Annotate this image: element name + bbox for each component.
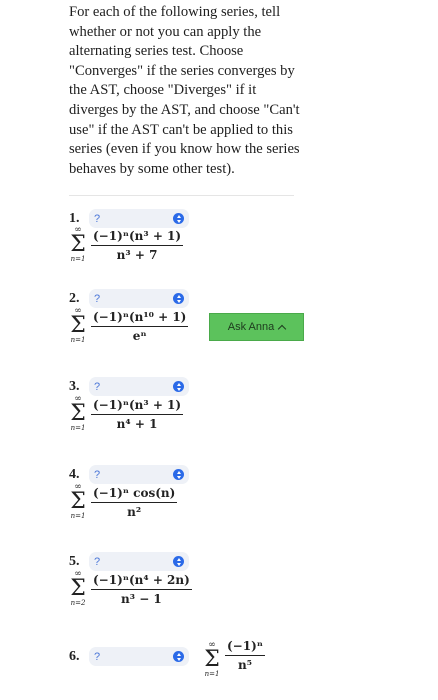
summation-symbol: ∞ Σ n=2: [66, 570, 90, 608]
summation-symbol: ∞ Σ n=1: [200, 641, 224, 679]
series-fraction: (−1)ⁿ(n³ + 1) n⁴ + 1: [91, 398, 184, 431]
question-2-row: 2. ?: [69, 289, 189, 308]
denominator: n³ − 1: [121, 592, 162, 606]
select-value: ?: [94, 380, 101, 393]
select-value: ?: [94, 468, 101, 481]
denominator: eⁿ: [132, 329, 147, 343]
sigma: Σ: [70, 489, 86, 514]
summation-symbol: ∞ Σ n=1: [66, 395, 90, 433]
sigma: Σ: [204, 647, 220, 672]
select-value: ?: [94, 292, 101, 305]
chevron-updown-icon: [173, 293, 184, 304]
question-number: 5.: [69, 553, 80, 569]
chevron-updown-icon: [173, 651, 184, 662]
series-fraction: (−1)ⁿ n⁵: [225, 639, 265, 672]
question-6-row: 6. ?: [69, 647, 189, 666]
question-4-select[interactable]: ?: [89, 465, 189, 484]
chevron-updown-icon: [173, 469, 184, 480]
series-fraction: (−1)ⁿ cos(n) n²: [91, 486, 178, 519]
series-fraction: (−1)ⁿ(n⁴ + 2n) n³ − 1: [91, 573, 192, 606]
question-number: 6.: [69, 648, 80, 664]
ask-anna-label: Ask Anna: [227, 321, 275, 333]
select-value: ?: [94, 212, 101, 225]
numerator: (−1)ⁿ(n³ + 1): [91, 229, 184, 246]
question-2-select[interactable]: ?: [89, 289, 189, 308]
question-number: 2.: [69, 290, 80, 306]
instructions-text: For each of the following series, tell w…: [69, 4, 300, 177]
sigma: Σ: [70, 313, 86, 338]
denominator: n³ + 7: [116, 248, 158, 262]
question-number: 3.: [69, 378, 80, 394]
numerator: (−1)ⁿ(n⁴ + 2n): [91, 573, 192, 590]
select-value: ?: [94, 650, 101, 663]
question-4-row: 4. ?: [69, 465, 189, 484]
numerator: (−1)ⁿ: [225, 639, 265, 656]
question-1-select[interactable]: ?: [89, 209, 189, 228]
summation-symbol: ∞ Σ n=1: [66, 483, 90, 521]
question-5-row: 5. ?: [69, 552, 189, 571]
chevron-updown-icon: [173, 381, 184, 392]
divider: [69, 195, 294, 196]
series-fraction: (−1)ⁿ(n³ + 1) n³ + 7: [91, 229, 184, 262]
sigma: Σ: [70, 232, 86, 257]
sigma: Σ: [70, 576, 86, 601]
chevron-updown-icon: [173, 213, 184, 224]
series-fraction: (−1)ⁿ(n¹⁰ + 1) eⁿ: [91, 310, 189, 343]
question-number: 4.: [69, 466, 80, 482]
question-3-select[interactable]: ?: [89, 377, 189, 396]
denominator: n²: [127, 505, 142, 519]
numerator: (−1)ⁿ(n¹⁰ + 1): [91, 310, 189, 327]
denominator: n⁴ + 1: [116, 417, 158, 431]
ask-anna-button[interactable]: Ask Anna: [209, 313, 304, 341]
chevron-up-icon: [277, 324, 287, 333]
summation-symbol: ∞ Σ n=1: [66, 226, 90, 264]
denominator: n⁵: [238, 658, 252, 672]
question-3-row: 3. ?: [69, 377, 189, 396]
summation-symbol: ∞ Σ n=1: [66, 307, 90, 345]
numerator: (−1)ⁿ(n³ + 1): [91, 398, 184, 415]
sigma: Σ: [70, 401, 86, 426]
select-value: ?: [94, 555, 101, 568]
numerator: (−1)ⁿ cos(n): [91, 486, 178, 503]
chevron-updown-icon: [173, 556, 184, 567]
question-5-select[interactable]: ?: [89, 552, 189, 571]
question-6-select[interactable]: ?: [89, 647, 189, 666]
